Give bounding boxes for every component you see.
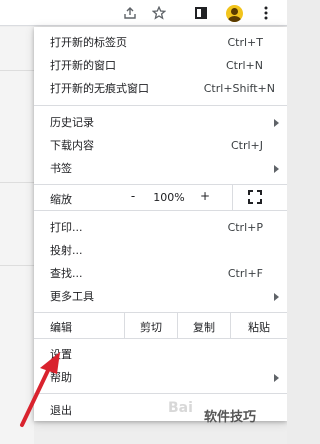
menu-item-label: 设置 <box>50 348 72 361</box>
menu-item-shortcut: Ctrl+Shift+N <box>203 81 275 95</box>
page-background <box>0 27 34 444</box>
zoom-level: 100% <box>153 191 185 204</box>
watermark-text: 软件技巧 <box>204 410 257 425</box>
edit-label: 编辑 <box>50 321 72 334</box>
menu-item-settings[interactable]: 设置 <box>34 343 287 365</box>
zoom-divider <box>232 185 233 210</box>
submenu-arrow-icon <box>274 119 279 127</box>
paste-button[interactable]: 粘贴 <box>231 319 287 335</box>
menu-item-label: 打印... <box>50 221 83 234</box>
browser-toolbar <box>0 0 287 26</box>
menu-item-shortcut: Ctrl+J <box>230 138 263 152</box>
menu-item-label: 打开新的标签页 <box>50 36 127 49</box>
menu-item-bookmarks[interactable]: 书签 <box>34 157 287 179</box>
menu-item-downloads[interactable]: 下载内容 Ctrl+J <box>34 134 287 156</box>
page-divider <box>0 182 34 183</box>
fullscreen-icon[interactable] <box>248 190 262 204</box>
menu-item-new-window[interactable]: 打开新的窗口 Ctrl+N <box>34 54 287 76</box>
menu-item-label: 打开新的窗口 <box>50 59 116 72</box>
zoom-row: 缩放 - 100% + <box>34 185 287 210</box>
zoom-in-button[interactable]: + <box>198 189 212 203</box>
page-divider <box>0 70 34 71</box>
menu-separator <box>34 393 287 394</box>
menu-item-label: 书签 <box>50 162 72 175</box>
chrome-main-menu: 打开新的标签页 Ctrl+T 打开新的窗口 Ctrl+N 打开新的无痕式窗口 C… <box>34 27 287 421</box>
menu-separator <box>34 210 287 211</box>
menu-item-label: 投射... <box>50 244 83 257</box>
menu-item-shortcut: Ctrl+F <box>227 266 263 280</box>
cut-button[interactable]: 剪切 <box>125 319 177 335</box>
menu-item-label: 退出 <box>50 404 72 417</box>
menu-item-more-tools[interactable]: 更多工具 <box>34 285 287 307</box>
menu-item-label: 下载内容 <box>50 139 94 152</box>
menu-item-shortcut: Ctrl+N <box>225 58 263 72</box>
more-vert-icon[interactable] <box>256 3 276 23</box>
submenu-arrow-icon <box>274 374 279 382</box>
menu-item-help[interactable]: 帮助 <box>34 366 287 388</box>
zoom-out-button[interactable]: - <box>126 189 140 203</box>
submenu-arrow-icon <box>274 293 279 301</box>
menu-item-history[interactable]: 历史记录 <box>34 111 287 133</box>
menu-item-new-incognito-window[interactable]: 打开新的无痕式窗口 Ctrl+Shift+N <box>34 77 287 99</box>
share-icon[interactable] <box>120 3 140 23</box>
copy-button[interactable]: 复制 <box>178 319 230 335</box>
profile-avatar-icon[interactable] <box>224 3 244 23</box>
menu-separator <box>34 338 287 339</box>
menu-item-label: 打开新的无痕式窗口 <box>50 82 149 95</box>
side-panel-icon[interactable] <box>191 3 211 23</box>
star-icon[interactable] <box>149 3 169 23</box>
edit-row: 编辑 剪切 复制 粘贴 <box>34 313 287 338</box>
zoom-label: 缩放 <box>50 193 72 206</box>
watermark: Bai 软件技巧 <box>168 396 287 436</box>
menu-item-find[interactable]: 查找... Ctrl+F <box>34 262 287 284</box>
menu-item-shortcut: Ctrl+T <box>227 35 263 49</box>
menu-item-new-tab[interactable]: 打开新的标签页 Ctrl+T <box>34 31 287 53</box>
screenshot-stage: 打开新的标签页 Ctrl+T 打开新的窗口 Ctrl+N 打开新的无痕式窗口 C… <box>0 0 287 444</box>
menu-item-label: 更多工具 <box>50 290 94 303</box>
submenu-arrow-icon <box>274 165 279 173</box>
menu-separator <box>34 105 287 106</box>
baidu-logo-watermark: Bai <box>168 400 193 416</box>
menu-item-label: 历史记录 <box>50 116 94 129</box>
page-divider <box>0 265 34 266</box>
menu-item-shortcut: Ctrl+P <box>227 220 263 234</box>
menu-item-cast[interactable]: 投射... <box>34 239 287 261</box>
menu-item-print[interactable]: 打印... Ctrl+P <box>34 216 287 238</box>
menu-item-label: 查找... <box>50 267 83 280</box>
menu-item-label: 帮助 <box>50 371 72 384</box>
